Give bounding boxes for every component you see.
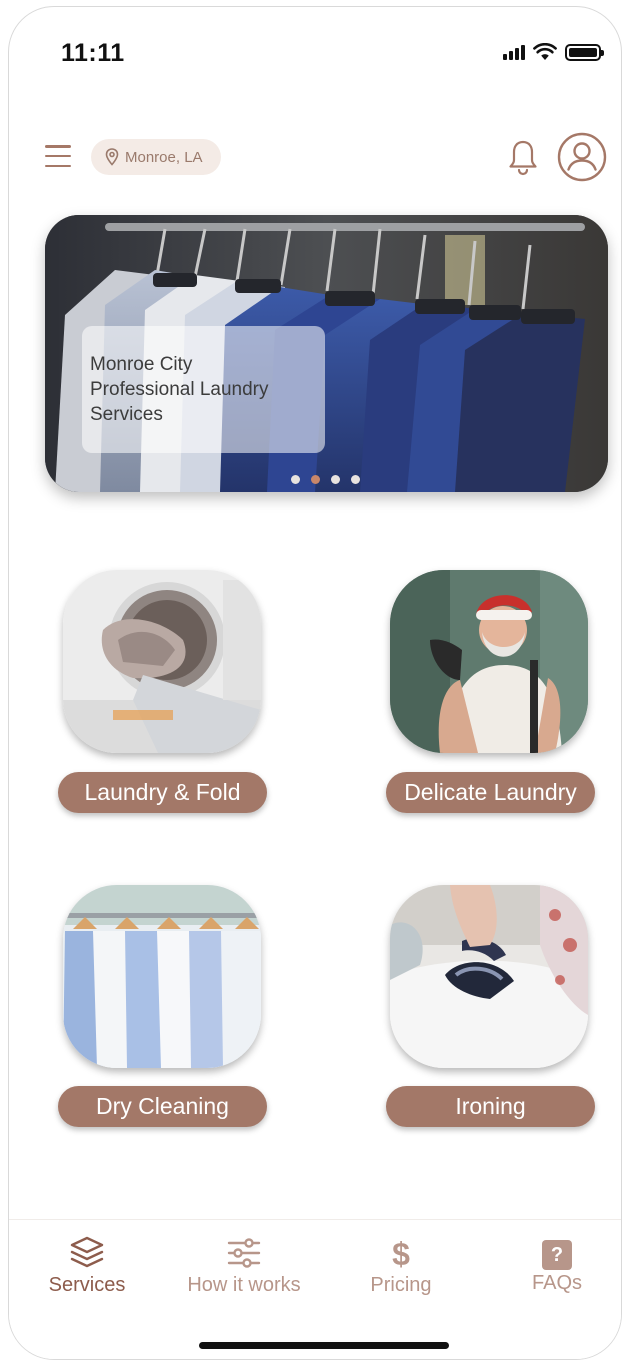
battery-icon [565,43,604,61]
hero-text-card: Monroe City Professional Laundry Service… [82,326,325,453]
ironing-button[interactable]: Ironing [386,1086,595,1127]
delicate-laundry-button[interactable]: Delicate Laundry [386,772,595,813]
hero-title-line-3: Services [90,404,163,425]
laundry-fold-image[interactable] [63,570,261,753]
delicate-laundry-image[interactable] [390,570,588,753]
nav-label-faqs: FAQs [531,1272,582,1294]
hero-banner[interactable]: Monroe City Professional Laundry Service… [45,215,608,492]
bottom-nav: Services How it works $ Pricing ? FAQs [9,1219,621,1359]
carousel-dot[interactable] [291,475,300,484]
sliders-icon [227,1238,261,1268]
hero-title-line-2: Professional Laundry [90,379,269,400]
dollar-icon: $ [392,1236,410,1272]
wifi-icon [533,43,557,60]
map-pin-icon [105,148,119,166]
phone-frame: 11:11 Monroe, LA Monroe City Professiona… [8,6,622,1360]
washing-machine-photo [63,570,261,753]
carousel-dots [291,475,360,484]
ironing-shirt-photo [390,885,588,1068]
nav-label-how-it-works: How it works [187,1274,301,1296]
hero-title-line-1: Monroe City [90,354,193,375]
bell-icon[interactable] [507,139,539,177]
status-time: 11:11 [61,39,125,67]
nav-item-how-it-works[interactable]: How it works [180,1234,308,1297]
carousel-dot-active[interactable] [311,475,320,484]
cellular-signal-icon [503,44,525,60]
carousel-dot[interactable] [331,475,340,484]
nav-item-faqs[interactable]: ? FAQs [527,1234,587,1295]
user-circle-icon[interactable] [557,132,607,182]
laundry-fold-button[interactable]: Laundry & Fold [58,772,267,813]
ironing-image[interactable] [390,885,588,1068]
status-icons [503,43,604,61]
carousel-dot[interactable] [351,475,360,484]
nav-item-services[interactable]: Services [45,1234,129,1297]
shirts-on-hangers-photo [63,885,261,1068]
question-icon: ? [542,1240,572,1270]
home-indicator[interactable] [199,1342,449,1349]
nav-label-pricing: Pricing [370,1274,432,1296]
location-chip[interactable]: Monroe, LA [91,139,221,175]
hamburger-icon[interactable] [45,145,71,167]
location-label: Monroe, LA [125,148,203,166]
man-with-iron-photo [390,570,588,753]
dry-cleaning-image[interactable] [63,885,261,1068]
dry-cleaning-button[interactable]: Dry Cleaning [58,1086,267,1127]
layers-icon [70,1236,104,1268]
nav-label-services: Services [48,1274,126,1296]
nav-item-pricing[interactable]: $ Pricing [365,1234,437,1297]
